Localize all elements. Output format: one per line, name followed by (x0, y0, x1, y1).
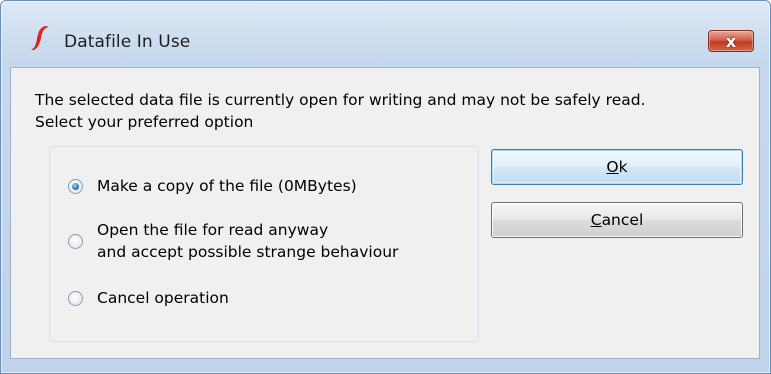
ok-button[interactable]: Ok (491, 149, 743, 185)
option-label-line: and accept possible strange behaviour (97, 243, 399, 261)
ok-accelerator: O (606, 158, 619, 176)
dialog-body: The selected data file is currently open… (10, 67, 760, 359)
close-icon: x (725, 31, 737, 51)
radio-make-copy[interactable] (68, 179, 83, 194)
message-text: The selected data file is currently open… (35, 89, 646, 133)
options-group: Make a copy of the file (0MBytes) Open t… (49, 146, 479, 342)
ok-label-rest: k (618, 158, 628, 176)
app-logo-icon (31, 26, 49, 50)
cancel-accelerator: C (590, 211, 602, 229)
option-open-anyway[interactable]: Open the file for read anyway and accept… (68, 219, 398, 263)
cancel-button[interactable]: Cancel (491, 202, 743, 238)
radio-cancel-operation[interactable] (68, 291, 83, 306)
cancel-label-rest: ancel (601, 211, 644, 229)
message-line-1: The selected data file is currently open… (35, 91, 646, 109)
window-title: Datafile In Use (64, 32, 191, 52)
close-button[interactable]: x (708, 30, 754, 52)
option-label-line: Open the file for read anyway (97, 221, 329, 239)
radio-open-anyway[interactable] (68, 234, 83, 249)
option-label-line: Cancel operation (97, 289, 229, 307)
option-cancel-operation[interactable]: Cancel operation (68, 287, 229, 309)
option-make-copy[interactable]: Make a copy of the file (0MBytes) (68, 175, 357, 197)
message-line-2: Select your preferred option (35, 113, 254, 131)
option-label: Open the file for read anyway and accept… (97, 219, 398, 263)
option-label: Make a copy of the file (0MBytes) (97, 175, 357, 197)
dialog-window: Datafile In Use x The selected data file… (0, 0, 771, 374)
option-label-line: Make a copy of the file (0MBytes) (97, 177, 357, 195)
option-label: Cancel operation (97, 287, 229, 309)
title-bar[interactable]: Datafile In Use x (1, 1, 770, 53)
